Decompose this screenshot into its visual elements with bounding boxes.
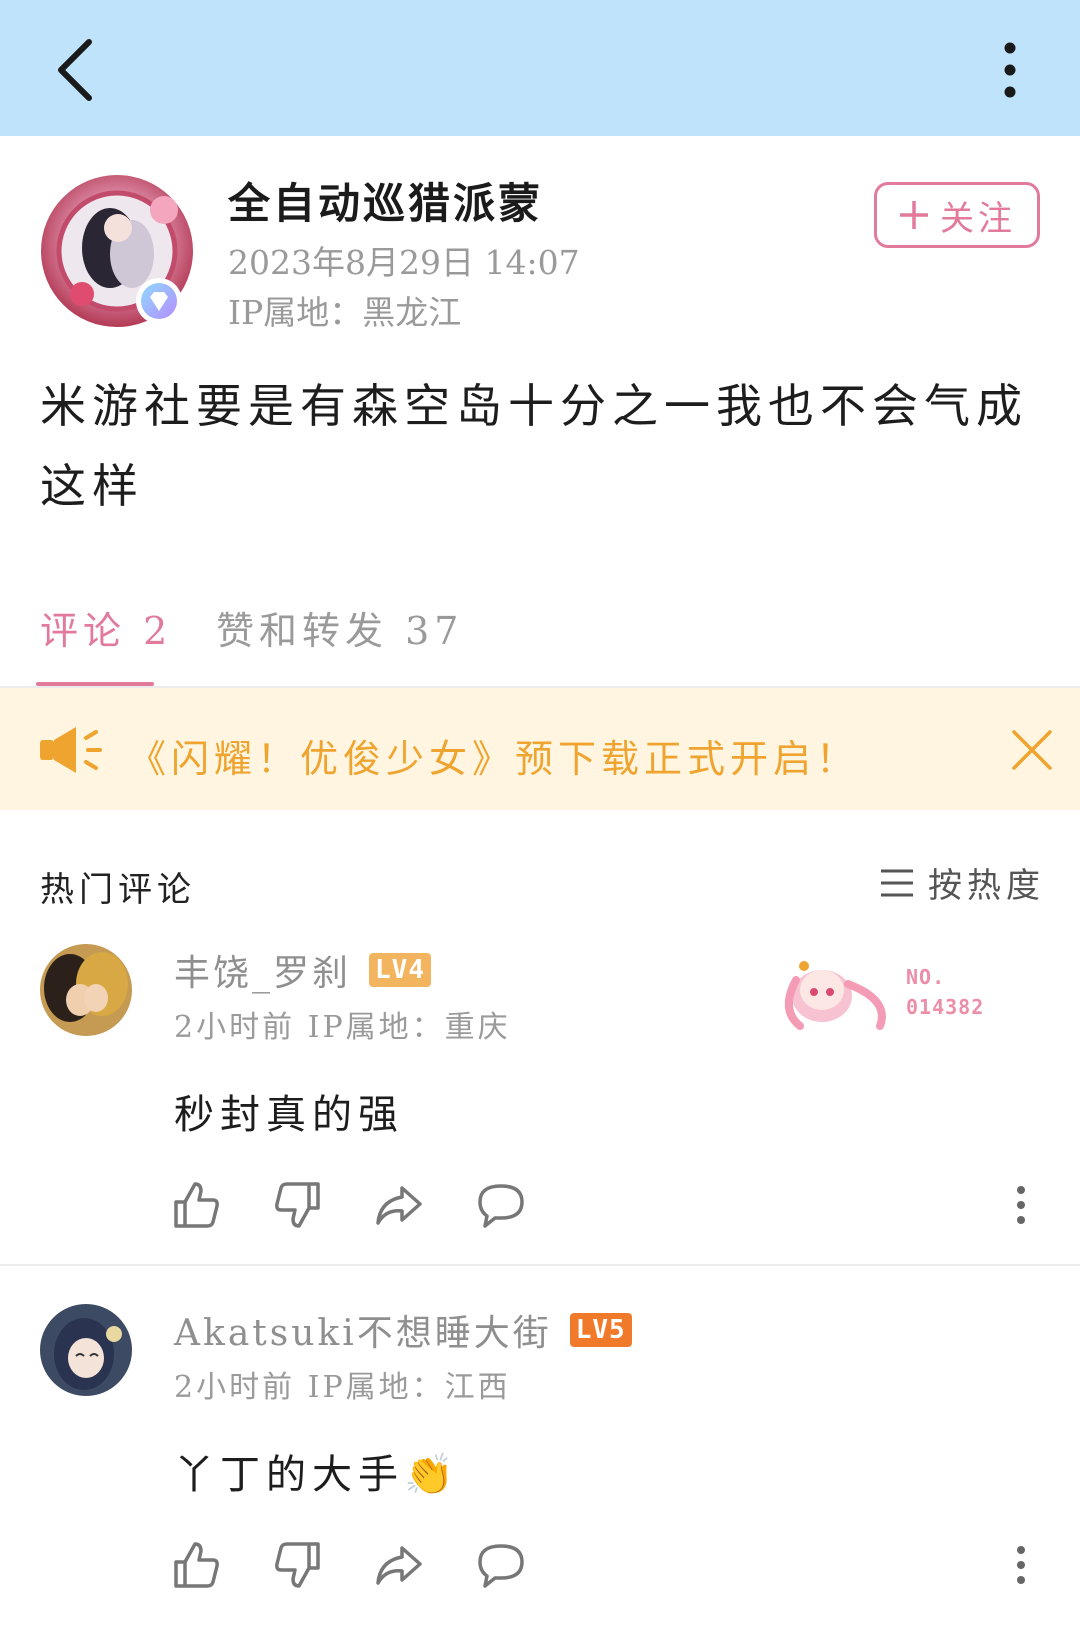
- close-icon[interactable]: [1010, 728, 1054, 772]
- verified-icon: [136, 278, 182, 324]
- comment-meta: 2小时前 IP属地：江西: [174, 1370, 511, 1405]
- comment-meta: 2小时前 IP属地：重庆: [174, 1010, 511, 1045]
- username-text: 丰饶_罗刹: [174, 953, 352, 994]
- megaphone-icon: [40, 727, 102, 773]
- thumb-up-icon[interactable]: [172, 1540, 222, 1590]
- level-badge: LV5: [569, 1313, 632, 1347]
- sort-list-icon: [881, 869, 913, 896]
- more-vertical-icon: [1017, 1186, 1025, 1224]
- thumb-down-icon[interactable]: [272, 1540, 322, 1590]
- post-ip-location: IP属地：黑龙江: [228, 293, 462, 332]
- follow-button[interactable]: 关注: [874, 182, 1040, 248]
- thumb-up-icon[interactable]: [172, 1180, 222, 1230]
- comment-text: 秒封真的强: [174, 1092, 404, 1138]
- sort-button[interactable]: 按热度: [880, 858, 1045, 907]
- notice-text[interactable]: 《闪耀！优俊少女》预下载正式开启！: [128, 728, 859, 783]
- comment-more-button[interactable]: [1006, 1540, 1036, 1590]
- comment-divider: [0, 1264, 1080, 1266]
- level-badge: LV4: [369, 953, 431, 987]
- share-icon[interactable]: [374, 1180, 424, 1230]
- comment-username[interactable]: 丰饶_罗刹 LV4: [174, 944, 431, 996]
- username-text: Akatsuki不想睡大街: [174, 1313, 552, 1354]
- hot-comments-title: 热门评论: [40, 870, 196, 910]
- more-vertical-icon: [1017, 1546, 1025, 1584]
- decoration-number: NO. 014382: [906, 965, 985, 1019]
- follow-label: 关注: [940, 198, 1016, 239]
- author-name[interactable]: 全自动巡猎派蒙: [228, 170, 543, 231]
- back-icon: [58, 39, 92, 101]
- comment-more-button[interactable]: [1006, 1180, 1036, 1230]
- thumb-down-icon[interactable]: [272, 1180, 322, 1230]
- top-bar: [0, 0, 1080, 136]
- commenter-avatar[interactable]: [40, 1304, 132, 1396]
- sort-label: 按热度: [928, 866, 1045, 906]
- share-icon[interactable]: [374, 1540, 424, 1590]
- tab-comments[interactable]: 评论 2: [40, 600, 172, 655]
- back-button[interactable]: [40, 32, 110, 108]
- more-options-button[interactable]: [975, 32, 1045, 108]
- tab-likes-reposts[interactable]: 赞和转发 37: [216, 600, 463, 655]
- post-timestamp: 2023年8月29日 14:07: [228, 243, 580, 282]
- comment-icon[interactable]: [476, 1180, 526, 1230]
- post-content: 米游社要是有森空岛十分之一我也不会气成这样: [40, 379, 1028, 513]
- more-vertical-icon: [1004, 42, 1016, 98]
- plus-icon: [900, 201, 928, 229]
- comment-username[interactable]: Akatsuki不想睡大街 LV5: [174, 1304, 632, 1356]
- comment-text: 丫丁的大手👏: [174, 1452, 460, 1498]
- commenter-avatar[interactable]: [40, 944, 132, 1036]
- comment-icon[interactable]: [476, 1540, 526, 1590]
